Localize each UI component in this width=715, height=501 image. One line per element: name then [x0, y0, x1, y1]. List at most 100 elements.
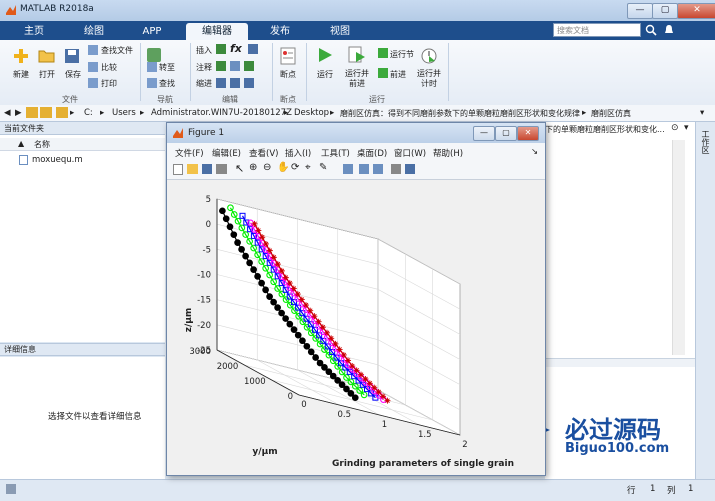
find-files-button[interactable]: 查找文件 [101, 45, 133, 56]
back-icon[interactable]: ◀ [4, 108, 11, 118]
find-icon[interactable] [147, 78, 157, 88]
open-file-icon[interactable] [187, 164, 198, 174]
breadcrumb-item[interactable]: C: [84, 108, 93, 118]
close-button[interactable]: ✕ [677, 3, 715, 19]
advance-icon[interactable] [378, 68, 388, 78]
print-icon[interactable] [88, 78, 98, 88]
workspace-label[interactable]: 工作区 [699, 130, 711, 154]
new-icon[interactable] [12, 47, 30, 65]
menu-view[interactable]: 查看(V) [249, 147, 278, 159]
colorbar-icon[interactable] [359, 164, 369, 174]
3d-plot[interactable]: 00.511.52010002000300050-5-10-15-20-25Gr… [167, 180, 545, 475]
advance-button[interactable]: 前进 [390, 69, 406, 80]
tab-apps[interactable]: APP [126, 23, 178, 40]
figure-close-button[interactable]: ✕ [517, 126, 539, 141]
insert-section-icon[interactable] [216, 44, 226, 54]
open-button[interactable]: 打开 [36, 69, 58, 80]
insert-button[interactable]: 插入 [196, 45, 212, 56]
comment-percent-icon[interactable] [216, 61, 226, 71]
save-button[interactable]: 保存 [62, 69, 84, 80]
menu-help[interactable]: 帮助(H) [433, 147, 463, 159]
tab-view[interactable]: 视图 [312, 23, 368, 40]
editor-tab-title[interactable]: 下的单颗磨粒磨削区形状和变化... [545, 124, 665, 135]
outdent-icon[interactable] [244, 78, 254, 88]
data-cursor-icon[interactable]: ⌖ [305, 162, 311, 173]
comment-button[interactable]: 注释 [196, 62, 212, 73]
menu-dock-icon[interactable]: ↘ [531, 147, 538, 157]
search-icon[interactable] [645, 24, 657, 36]
brush-icon[interactable]: ✎ [319, 162, 327, 173]
file-list-header[interactable]: ▲ 名称 [0, 138, 165, 151]
breadcrumb-item[interactable]: 磨削区仿真 [591, 108, 631, 119]
pan-icon[interactable]: ✋ [277, 162, 289, 173]
tab-editor[interactable]: 编辑器 [186, 23, 248, 40]
menu-tools[interactable]: 工具(T) [321, 147, 350, 159]
tab-home[interactable]: 主页 [8, 23, 60, 40]
print-button[interactable]: 打印 [101, 78, 117, 89]
figure-maximize-button[interactable]: ▢ [495, 126, 517, 141]
search-input[interactable]: 搜索文档 [553, 23, 641, 37]
up-folder-icon[interactable] [26, 107, 38, 118]
link-plot-icon[interactable] [343, 164, 353, 174]
breakpoints-button[interactable]: 断点 [276, 69, 300, 80]
menu-window[interactable]: 窗口(W) [394, 147, 426, 159]
run-button[interactable]: 运行 [312, 69, 338, 80]
find-button[interactable]: 查找 [159, 78, 175, 89]
zoom-out-icon[interactable]: ⊖ [263, 162, 271, 173]
forward-icon[interactable]: ▶ [15, 108, 22, 118]
legend-icon[interactable] [373, 164, 383, 174]
workspace-strip[interactable] [695, 122, 715, 479]
rotate-icon[interactable]: ⟳ [291, 162, 299, 173]
notification-icon[interactable] [663, 24, 675, 36]
menu-desktop[interactable]: 桌面(D) [357, 147, 387, 159]
menu-file[interactable]: 文件(F) [175, 147, 204, 159]
indent-button[interactable]: 缩进 [196, 78, 212, 89]
breadcrumb-item[interactable]: Desktop [294, 108, 329, 118]
run-time-button[interactable]: 运行并 计时 [414, 69, 444, 89]
save-figure-icon[interactable] [202, 164, 212, 174]
pointer-icon[interactable]: ↖ [235, 162, 244, 175]
show-tools-icon[interactable] [405, 164, 415, 174]
menu-edit[interactable]: 编辑(E) [212, 147, 241, 159]
save-icon[interactable] [64, 48, 80, 64]
run-advance-button[interactable]: 运行并 前进 [342, 69, 372, 89]
breadcrumb-item[interactable]: Administrator.WIN7U-20180127Z [151, 108, 292, 118]
indent-icon[interactable] [230, 78, 240, 88]
editor-scrollbar[interactable] [672, 140, 685, 355]
tab-publish[interactable]: 发布 [252, 23, 308, 40]
figure-minimize-button[interactable]: — [473, 126, 495, 141]
hide-tools-icon[interactable] [391, 164, 401, 174]
list-item[interactable]: moxuequ.m [14, 154, 164, 166]
minimize-button[interactable]: — [627, 3, 653, 19]
wrap-comment-icon[interactable] [230, 61, 240, 71]
run-section-button[interactable]: 运行节 [390, 49, 414, 60]
browse-folder-icon[interactable] [40, 107, 52, 118]
address-dropdown-icon[interactable]: ▾ [700, 108, 704, 118]
menu-insert[interactable]: 插入(I) [285, 147, 311, 159]
plot-area[interactable]: 0 0.5 1 1.5 2 0 1000 2000 3000 5 0 -5 -10 -15 -20 -25 Gr… [167, 180, 545, 475]
run-time-icon[interactable] [420, 45, 438, 65]
goto-icon[interactable] [147, 62, 157, 72]
goto-button[interactable]: 转至 [159, 62, 175, 73]
back-forward-icon[interactable] [147, 48, 161, 62]
run-icon[interactable] [316, 46, 334, 64]
find-files-icon[interactable] [88, 45, 98, 55]
print-figure-icon[interactable] [216, 164, 227, 174]
run-advance-icon[interactable] [348, 46, 366, 64]
compare-button[interactable]: 比较 [101, 62, 117, 73]
breakpoints-icon[interactable] [280, 47, 296, 65]
run-section-icon[interactable] [378, 48, 388, 58]
open-icon[interactable] [38, 48, 56, 64]
breadcrumb-item[interactable]: Users [112, 108, 136, 118]
panel-options-icon[interactable]: ⊙ [671, 123, 679, 133]
breadcrumb-item[interactable]: 磨削区仿真：得到不同磨削参数下的单颗磨粒磨削区形状和变化规律 [340, 108, 580, 119]
panel-menu-icon[interactable]: ▾ [684, 123, 689, 133]
root-folder-icon[interactable] [56, 107, 68, 118]
new-button[interactable]: 新建 [10, 69, 32, 80]
function-icon[interactable]: fx [230, 42, 242, 55]
uncomment-icon[interactable] [244, 61, 254, 71]
new-figure-icon[interactable] [173, 164, 183, 175]
insert-menu-icon[interactable] [248, 44, 258, 54]
figure-window[interactable]: Figure 1 — ▢ ✕ 文件(F) 编辑(E) 查看(V) 插入(I) 工… [166, 122, 546, 476]
maximize-button[interactable]: ▢ [652, 3, 678, 19]
